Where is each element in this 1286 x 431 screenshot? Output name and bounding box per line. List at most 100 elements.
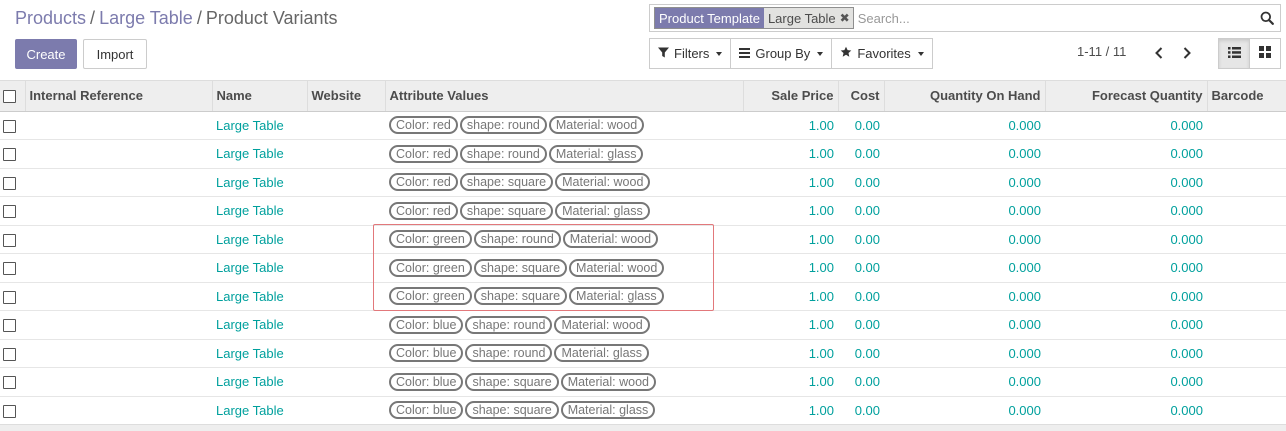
table-row[interactable]: Large Table Color: green shape: square Mate… bbox=[0, 282, 1286, 311]
name-cell: Large Table bbox=[212, 339, 307, 368]
column-header-attribute-values[interactable]: Attribute Values bbox=[384, 81, 743, 112]
cost-cell: 0.00 bbox=[838, 310, 884, 340]
table-row[interactable]: Large Table Color: blue shape: round Materi… bbox=[0, 339, 1286, 368]
sale-price-cell: 1.00 bbox=[743, 253, 838, 283]
website-cell bbox=[307, 168, 385, 197]
favorites-button[interactable]: Favorites bbox=[831, 38, 933, 69]
chevron-left-icon[interactable] bbox=[1149, 43, 1169, 63]
column-header-forecast-quantity[interactable]: Forecast Quantity bbox=[1044, 81, 1207, 112]
create-button[interactable]: Create bbox=[15, 39, 77, 69]
attribute-value-tag: Material: glass bbox=[548, 144, 644, 163]
row-checkbox[interactable] bbox=[3, 262, 16, 276]
internal-reference-cell bbox=[25, 396, 212, 425]
chevron-right-icon[interactable] bbox=[1177, 43, 1197, 63]
internal-reference-cell bbox=[25, 253, 212, 283]
quantity-on-hand-cell: 0.000 bbox=[884, 225, 1045, 254]
cost-cell: 0.00 bbox=[838, 282, 884, 311]
attribute-value-tag: Color: green bbox=[389, 258, 472, 277]
column-header-sale-price[interactable]: Sale Price bbox=[742, 81, 838, 112]
table-row[interactable]: Large Table Color: red shape: square Materi… bbox=[0, 196, 1286, 226]
cost-cell: 0.00 bbox=[838, 196, 884, 226]
cost-cell: 0.00 bbox=[838, 367, 884, 397]
list-icon bbox=[1227, 46, 1241, 61]
row-select-cell bbox=[0, 339, 25, 368]
filters-button[interactable]: Filters bbox=[649, 38, 732, 69]
table-row[interactable]: Large Table Color: blue shape: square Mater… bbox=[0, 396, 1286, 425]
facet-remove-icon[interactable]: ✖ bbox=[840, 8, 853, 28]
filter-icon bbox=[658, 46, 674, 61]
internal-reference-cell bbox=[25, 196, 212, 226]
table-row[interactable]: Large Table Color: green shape: square Mate… bbox=[0, 253, 1286, 283]
column-header-quantity-on-hand[interactable]: Quantity On Hand bbox=[883, 81, 1045, 112]
attribute-value-tag: Material: glass bbox=[554, 344, 650, 363]
kanban-view-button[interactable] bbox=[1249, 38, 1281, 69]
row-checkbox[interactable] bbox=[3, 376, 16, 390]
row-checkbox[interactable] bbox=[3, 290, 16, 304]
attribute-value-tag: Color: red bbox=[389, 201, 458, 220]
row-checkbox[interactable] bbox=[3, 148, 16, 162]
attribute-value-tag: Color: blue bbox=[389, 372, 464, 391]
attribute-values-cell: Color: red shape: square Material: wood bbox=[385, 168, 743, 197]
filters-label: Filters bbox=[674, 46, 710, 61]
quantity-on-hand-cell: 0.000 bbox=[884, 253, 1045, 283]
internal-reference-cell bbox=[25, 111, 212, 140]
breadcrumb-products-link[interactable]: Products bbox=[15, 8, 86, 28]
column-header-internal-reference[interactable]: Internal Reference bbox=[24, 81, 212, 112]
internal-reference-cell bbox=[25, 225, 212, 254]
column-header-barcode[interactable]: Barcode bbox=[1206, 81, 1286, 112]
barcode-cell bbox=[1207, 111, 1286, 140]
sale-price-cell: 1.00 bbox=[743, 396, 838, 425]
barcode-cell bbox=[1207, 139, 1286, 169]
barcode-cell bbox=[1207, 396, 1286, 425]
row-checkbox[interactable] bbox=[3, 347, 16, 361]
website-cell bbox=[307, 282, 385, 311]
column-header-cost[interactable]: Cost bbox=[837, 81, 884, 112]
table-row[interactable]: Large Table Color: red shape: round Materia… bbox=[0, 139, 1286, 169]
forecast-quantity-cell: 0.000 bbox=[1045, 168, 1207, 197]
select-all-checkbox[interactable] bbox=[3, 90, 16, 104]
list-view-button[interactable] bbox=[1218, 38, 1250, 69]
pager-value[interactable]: 1-11 / 11 bbox=[1077, 44, 1126, 59]
attribute-values-cell: Color: blue shape: square Material: glass bbox=[385, 396, 743, 425]
row-select-cell bbox=[0, 253, 25, 283]
quantity-on-hand-cell: 0.000 bbox=[884, 282, 1045, 311]
table-row[interactable]: Large Table Color: blue shape: square Mater… bbox=[0, 367, 1286, 397]
internal-reference-cell bbox=[25, 168, 212, 197]
breadcrumb-large-table-link[interactable]: Large Table bbox=[99, 8, 193, 28]
attribute-values-cell: Color: blue shape: round Material: wood bbox=[385, 310, 743, 340]
import-button[interactable]: Import bbox=[83, 39, 147, 69]
row-checkbox[interactable] bbox=[3, 119, 16, 133]
row-checkbox[interactable] bbox=[3, 205, 16, 219]
attribute-values-cell: Color: green shape: square Material: wood bbox=[385, 253, 743, 283]
row-checkbox[interactable] bbox=[3, 176, 16, 190]
search-input[interactable] bbox=[857, 7, 1254, 29]
group-by-button[interactable]: Group By bbox=[730, 38, 833, 69]
attribute-value-tag: shape: round bbox=[465, 315, 553, 334]
attribute-value-tag: Material: glass bbox=[555, 201, 650, 220]
row-checkbox[interactable] bbox=[3, 233, 16, 247]
table-row[interactable]: Large Table Color: red shape: round Materia… bbox=[0, 111, 1286, 140]
table-row[interactable]: Large Table Color: red shape: square Materi… bbox=[0, 168, 1286, 197]
attribute-value-tag: shape: square bbox=[459, 173, 554, 192]
attribute-value-tag: Material: wood bbox=[548, 116, 645, 135]
row-checkbox[interactable] bbox=[3, 404, 16, 418]
forecast-quantity-cell: 0.000 bbox=[1045, 253, 1207, 283]
table-row[interactable]: Large Table Color: blue shape: round Materi… bbox=[0, 310, 1286, 340]
column-header-name[interactable]: Name bbox=[211, 81, 307, 112]
forecast-quantity-cell: 0.000 bbox=[1045, 367, 1207, 397]
barcode-cell bbox=[1207, 225, 1286, 254]
attribute-value-tag: shape: square bbox=[473, 258, 568, 277]
row-checkbox[interactable] bbox=[3, 319, 16, 333]
attribute-value-tag: Material: wood bbox=[554, 315, 650, 334]
product-variants-table: Internal Reference Name Website Attribut… bbox=[0, 81, 1286, 425]
name-cell: Large Table bbox=[212, 168, 307, 197]
sale-price-cell: 1.00 bbox=[743, 339, 838, 368]
attribute-value-tag: Material: wood bbox=[562, 230, 659, 249]
forecast-quantity-cell: 0.000 bbox=[1045, 225, 1207, 254]
quantity-on-hand-cell: 0.000 bbox=[884, 139, 1045, 169]
kanban-icon bbox=[1259, 46, 1271, 61]
search-icon[interactable] bbox=[1254, 11, 1280, 25]
column-header-website[interactable]: Website bbox=[306, 81, 385, 112]
select-all-header bbox=[0, 81, 25, 112]
table-row[interactable]: Large Table Color: green shape: round Mater… bbox=[0, 225, 1286, 254]
